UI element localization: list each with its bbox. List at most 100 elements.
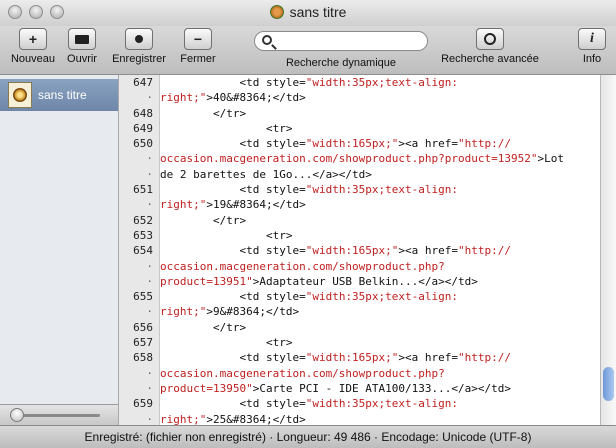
code-token: </tr> <box>160 213 247 227</box>
gutter-line: · <box>146 274 153 288</box>
code-token: </tr> <box>160 320 247 334</box>
code-token: >19&#8364;</td> <box>206 198 306 212</box>
code-string-token: product=13951" <box>160 274 253 288</box>
scrollbar-thumb[interactable] <box>603 367 614 401</box>
code-token: <tr> <box>160 228 293 242</box>
code-line: occasion.macgeneration.com/showproduct.p… <box>160 151 600 166</box>
code-string-token: "width:35px;text-align: <box>305 290 459 304</box>
gutter-line: · <box>146 167 153 181</box>
gutter-line: 652 <box>133 213 153 227</box>
code-token: <td style= <box>160 290 306 304</box>
gutter-line: · <box>146 305 153 319</box>
gutter-line: · <box>146 91 153 105</box>
code-line: <td style="width:35px;text-align: <box>160 75 600 90</box>
plus-icon: + <box>19 28 47 50</box>
gutter-line: 654 <box>133 244 153 258</box>
gutter-line: 647 <box>133 76 153 89</box>
info-button[interactable]: i Info <box>570 28 614 72</box>
code-token: </tr> <box>160 106 247 120</box>
open-label: Ouvrir <box>67 53 97 65</box>
code-token: >9&#8364;</td> <box>206 305 300 319</box>
new-button[interactable]: + Nouveau <box>8 28 58 72</box>
code-line: de 2 barettes de 1Go...</a></td> <box>160 167 600 182</box>
code-line: product=13951">Adaptateur USB Belkin...<… <box>160 274 600 289</box>
gutter-line: 659 <box>133 397 153 411</box>
gutter-line: · <box>146 381 153 395</box>
gutter-line: 653 <box>133 228 153 242</box>
gutter-line: · <box>146 259 153 273</box>
search-input[interactable] <box>254 31 428 51</box>
code-token: <td style= <box>160 351 306 365</box>
gutter-line: · <box>146 198 153 212</box>
info-icon: i <box>578 28 606 50</box>
code-line: <td style="width:35px;text-align: <box>160 289 600 304</box>
code-line: </tr> <box>160 106 600 121</box>
save-label: Enregistrer <box>112 53 166 65</box>
code-line: right;">19&#8364;</td> <box>160 197 600 212</box>
line-number-gutter: 647 · 648 649 650 · · 651 · 652 653 654 · · 655 · 656 657… <box>119 75 160 425</box>
code-token: de 2 barettes de 1Go...</a></td> <box>160 167 372 181</box>
code-token: <td style= <box>160 397 306 411</box>
close-button[interactable]: − Fermer <box>174 28 222 72</box>
code-line: </tr> <box>160 213 600 228</box>
code-token: <td style= <box>160 244 306 258</box>
code-line: right;">40&#8364;</td> <box>160 90 600 105</box>
code-string-token: occasion.macgeneration.com/showproduct.p… <box>160 152 538 166</box>
code-string-token: "width:35px;text-align: <box>305 76 459 89</box>
code-line: <tr> <box>160 228 600 243</box>
code-line: <td style="width:35px;text-align: <box>160 396 600 411</box>
code-string-token: "width:35px;text-align: <box>305 397 459 411</box>
document-icon <box>269 5 284 19</box>
info-label: Info <box>582 53 602 65</box>
code-token: >Lot <box>537 152 565 166</box>
vertical-scrollbar[interactable] <box>600 75 616 425</box>
code-token: <td style= <box>160 76 306 89</box>
window-title-area: sans titre <box>0 4 616 20</box>
code-token: >Adaptateur USB Belkin...</a></td> <box>252 274 478 288</box>
code-token: ><a href= <box>398 137 459 151</box>
code-line: <td style="width:165px;"><a href="http:/… <box>160 350 600 365</box>
code-line: right;">25&#8364;</td> <box>160 412 600 425</box>
gutter-line: 658 <box>133 351 153 365</box>
code-editor[interactable]: <td style="width:35px;text-align: right;"… <box>160 75 600 425</box>
status-bar: Enregistré: (fichier non enregistré) · L… <box>0 425 616 448</box>
code-line: <tr> <box>160 121 600 136</box>
magnifier-icon <box>476 28 504 50</box>
search-label: Recherche dynamique <box>285 57 397 69</box>
code-string-token: occasion.macgeneration.com/showproduct.p… <box>160 259 445 273</box>
search-icon <box>262 35 272 45</box>
open-button[interactable]: Ouvrir <box>60 28 104 72</box>
save-button[interactable]: Enregistrer <box>106 28 172 72</box>
code-string-token: "width:165px;" <box>305 351 399 365</box>
sidebar-item-document[interactable]: sans titre <box>0 79 118 111</box>
gutter-line: 649 <box>133 121 153 135</box>
code-string-token: "width:165px;" <box>305 137 399 151</box>
code-token: <tr> <box>160 336 293 350</box>
code-string-token: "width:35px;text-align: <box>305 183 459 197</box>
record-icon <box>125 28 153 50</box>
code-token: >40&#8364;</td> <box>206 91 306 105</box>
gutter-line: 656 <box>133 320 153 334</box>
close-label: Fermer <box>180 53 216 65</box>
sidebar-footer <box>0 404 119 426</box>
code-line: </tr> <box>160 320 600 335</box>
code-line: <td style="width:165px;"><a href="http:/… <box>160 136 600 151</box>
code-string-token: occasion.macgeneration.com/showproduct.p… <box>160 366 445 380</box>
document-file-icon <box>8 82 32 108</box>
gutter-line: 648 <box>133 106 153 120</box>
code-line: right;">9&#8364;</td> <box>160 304 600 319</box>
code-line: product=13950">Carte PCI - IDE ATA100/13… <box>160 381 600 396</box>
code-string-token: right;" <box>160 198 207 212</box>
new-label: Nouveau <box>10 53 56 65</box>
zoom-slider-knob[interactable] <box>10 408 24 422</box>
code-token: >Carte PCI - IDE ATA100/133...</a></td> <box>252 381 511 395</box>
code-token: ><a href= <box>398 244 459 258</box>
code-string-token: "http:// <box>458 351 512 365</box>
code-token: <td style= <box>160 183 306 197</box>
advanced-search-button[interactable]: Recherche avancée <box>434 28 546 72</box>
gutter-line: 655 <box>133 290 153 304</box>
code-string-token: "http:// <box>458 244 512 258</box>
code-token: <td style= <box>160 137 306 151</box>
advanced-search-label: Recherche avancée <box>441 53 539 65</box>
code-token: ><a href= <box>398 351 459 365</box>
